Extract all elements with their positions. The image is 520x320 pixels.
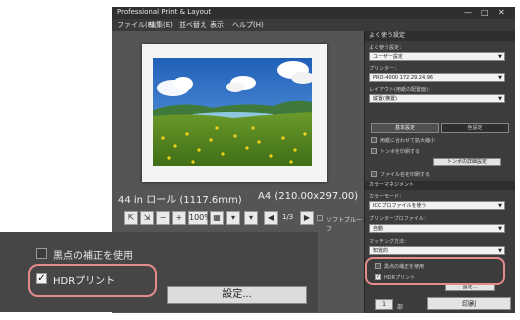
chevron-down-icon: ▼ — [498, 203, 502, 209]
window-title: Professional Print & Layout — [117, 8, 212, 16]
black-point-label: 黒点の補正を使用 — [53, 251, 133, 262]
fit-media-checkbox[interactable] — [371, 137, 377, 143]
tab-basic[interactable]: 基本設定 — [371, 123, 439, 133]
page-menu-icon[interactable]: ▾ — [244, 211, 258, 225]
panel-header: よく使う設定 — [365, 31, 515, 41]
copies-input[interactable]: 1 — [375, 299, 393, 310]
menu-arrange[interactable]: 並べ替え — [179, 20, 207, 30]
menu-bar: ファイル(F) 編集(E) 並べ替え 表示 ヘルプ(H) — [112, 19, 515, 31]
trim-label: トンボを印刷する — [380, 149, 421, 155]
zoom-in-icon[interactable]: + — [172, 211, 186, 225]
print-button[interactable]: 印刷 — [427, 297, 511, 310]
chevron-down-icon: ▼ — [498, 248, 502, 254]
menu-help[interactable]: ヘルプ(H) — [232, 20, 264, 30]
preview-toolbar: ⇱ ⇲ − + 100% ▦ ▾ ▾ ◀ 1/3 ▶ ソフトプルーフ — [124, 211, 364, 233]
filename-checkbox[interactable] — [371, 171, 377, 177]
chevron-down-icon: ▼ — [498, 96, 502, 102]
next-page-icon[interactable]: ▶ — [300, 211, 314, 225]
layout-select[interactable]: 縦置(横置) ▼ — [369, 94, 505, 103]
matching-select[interactable]: 知覚的 ▼ — [369, 246, 505, 255]
maximize-icon[interactable]: □ — [481, 8, 489, 17]
printer-select[interactable]: PRO-4000 172.29.24.96 ▼ — [369, 73, 505, 82]
zoom-out-icon[interactable]: − — [156, 211, 170, 225]
softproof-checkbox[interactable] — [317, 215, 323, 221]
menu-view[interactable]: 表示 — [210, 20, 224, 30]
prev-page-icon[interactable]: ◀ — [264, 211, 278, 225]
layout-value: 縦置(横置) — [373, 96, 397, 102]
matching-value: 知覚的 — [373, 248, 389, 254]
tab-color[interactable]: 色設定 — [441, 123, 509, 133]
page-indicator: 1/3 — [282, 213, 294, 221]
printer-profile-value: 自動 — [373, 226, 384, 232]
copies-unit: 部 — [397, 304, 404, 311]
landscape-image — [153, 58, 312, 166]
color-mode-value: ICCプロファイルを使う — [373, 203, 427, 209]
fit-media-label: 用紙に合わせて拡大縮小 — [380, 138, 436, 144]
menu-edit[interactable]: 編集(E) — [149, 20, 173, 30]
color-mgmt-header[interactable]: カラーマネジメント — [365, 181, 515, 190]
hdr-settings-button[interactable]: 設定... — [167, 286, 307, 304]
close-icon[interactable]: ✕ — [498, 8, 505, 17]
color-mode-select[interactable]: ICCプロファイルを使う ▼ — [369, 201, 505, 210]
color-mode-label: カラーモード： — [369, 194, 405, 200]
chevron-down-icon: ▼ — [498, 54, 502, 60]
minimize-icon[interactable]: — — [464, 8, 472, 17]
chevron-down-icon: ▼ — [498, 226, 502, 232]
user-settings-value: ユーザー設定 — [373, 54, 403, 60]
layout-menu-icon[interactable]: ▾ — [226, 211, 240, 225]
printer-profile-select[interactable]: 自動 ▼ — [369, 224, 505, 233]
printer-value: PRO-4000 172.29.24.96 — [373, 75, 434, 81]
grid-icon[interactable]: ▦ — [210, 211, 224, 225]
highlight-ring — [28, 264, 157, 297]
highlight-ring-small — [365, 257, 505, 285]
chevron-down-icon: ▼ — [498, 75, 502, 81]
title-bar: Professional Print & Layout — □ ✕ — [112, 7, 515, 19]
printer-label: プリンター： — [369, 66, 400, 72]
layout-label: レイアウト(用紙の配置面)： — [369, 87, 433, 93]
paper-sheet — [142, 44, 327, 182]
matching-label: マッチング方法： — [369, 239, 410, 245]
softproof-label: ソフトプルーフ — [326, 217, 363, 233]
media-size-label: 44 in ロール (1117.6mm) — [118, 195, 242, 206]
paper-size-label: A4 (210.00x297.00) — [258, 191, 359, 202]
black-point-checkbox[interactable] — [36, 248, 47, 259]
user-settings-label: よく使う設定： — [369, 45, 405, 51]
filename-label: ファイル名を印刷する — [380, 172, 431, 178]
zoom-level[interactable]: 100% — [188, 211, 212, 225]
landscape-photo[interactable] — [153, 58, 312, 166]
user-settings-select[interactable]: ユーザー設定 ▼ — [369, 52, 505, 61]
trim-settings-button[interactable]: トンボの詳細設定 — [433, 158, 501, 166]
fit-page-icon[interactable]: ⇱ — [124, 211, 138, 225]
fit-width-icon[interactable]: ⇲ — [140, 211, 154, 225]
printer-profile-label: プリンタープロファイル： — [369, 216, 429, 222]
trim-checkbox[interactable] — [371, 148, 377, 154]
